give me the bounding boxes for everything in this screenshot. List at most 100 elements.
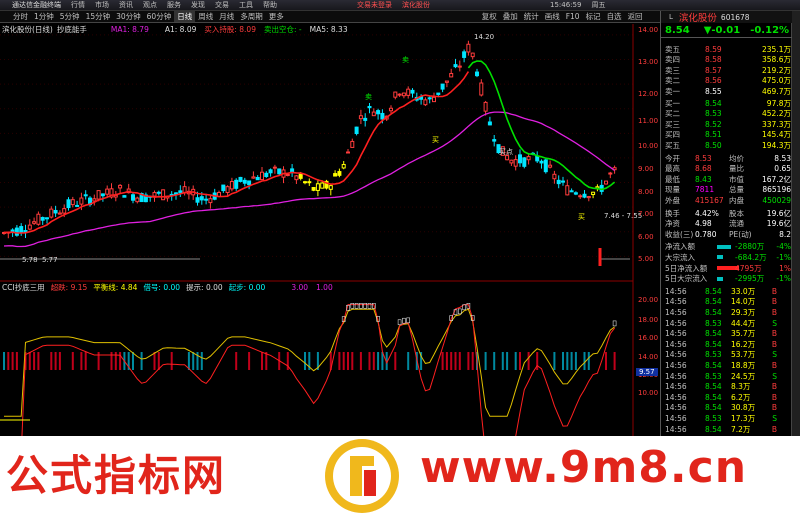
- candle-body: [410, 89, 415, 94]
- price-tick: 13.00: [638, 58, 659, 66]
- flow-row: 5日净流入额 4795万 1%: [665, 263, 791, 273]
- sub-bar: [583, 352, 586, 370]
- sub-bar: [574, 352, 577, 370]
- candle-body: [75, 204, 80, 207]
- candle-body: [100, 193, 105, 197]
- sub-bar: [80, 352, 83, 370]
- candle-body: [320, 182, 325, 189]
- ask-row: 卖二 8.56 475.0万: [665, 76, 791, 86]
- candle-body: [83, 194, 88, 197]
- sub-bar: [338, 352, 341, 370]
- sub-bar: [7, 352, 10, 370]
- candle-body: [156, 191, 161, 194]
- sub-bar: [471, 352, 474, 370]
- sub-bar: [28, 352, 31, 370]
- stat-row: 现量 7811 总量 865196: [665, 185, 791, 195]
- bid-row: 买二 8.53 452.2万: [665, 109, 791, 119]
- sub-bar: [519, 352, 521, 370]
- sell-point-label: 卖: [365, 93, 372, 101]
- candle-body: [586, 196, 591, 199]
- bid-row: 买五 8.50 194.3万: [665, 140, 791, 150]
- sub-bar: [613, 352, 616, 370]
- sub-field: 1.00: [316, 282, 333, 292]
- candle-body: [535, 155, 540, 162]
- tick-row: 14:56 8.53 17.3万 S: [665, 413, 777, 423]
- sub-bar: [501, 352, 504, 370]
- candle-body: [608, 172, 613, 175]
- candle-body: [66, 199, 71, 209]
- candle-body: [53, 209, 58, 214]
- sub-bar: [441, 352, 444, 370]
- candle-body: [552, 173, 557, 180]
- cci-box: [397, 319, 402, 326]
- sub-bar: [248, 352, 251, 370]
- ma5-value: MA5: 8.33: [309, 24, 348, 34]
- candle-body: [45, 217, 49, 220]
- sub-tick: 16.00: [638, 334, 659, 342]
- price-tick: 9.00: [638, 165, 654, 173]
- candle-body: [475, 71, 479, 77]
- candle-body: [440, 83, 445, 90]
- candle-body: [199, 196, 204, 201]
- candle-body: [255, 176, 260, 181]
- sub-chart-header: CCI抄底三用 超跌: 9.15 平衡线: 4.84 借号: 0.00 提示: …: [2, 282, 333, 292]
- sub-bar: [445, 352, 448, 370]
- candle-body: [449, 73, 454, 78]
- sub-tick: 14.00: [638, 353, 659, 361]
- cci-box: [363, 302, 368, 309]
- candle-body: [341, 163, 346, 169]
- quote-panel: L 滨化股份 601678 8.54 ▼-0.01 -0.12% 卖五 8.59 2…: [660, 11, 800, 436]
- candle-body: [36, 213, 41, 225]
- quote-stock-name: 滨化股份: [678, 13, 717, 24]
- candle-body: [152, 192, 157, 197]
- candle-body: [195, 197, 200, 203]
- candle-body: [401, 92, 406, 97]
- candle-body: [466, 43, 471, 53]
- candle-body: [298, 173, 303, 179]
- stat-row: 最高 8.68 量比 0.65: [665, 164, 791, 174]
- tick-row: 14:56 8.54 29.3万 B: [665, 307, 777, 317]
- chart-grid: [0, 34, 633, 257]
- ma-red-line: [3, 71, 470, 234]
- candle-body: [483, 101, 488, 112]
- tick-row: 14:56 8.54 33.0万 B: [665, 286, 777, 296]
- price-tick: 5.00: [638, 255, 654, 263]
- quote-scrollbar[interactable]: [791, 11, 800, 436]
- sub-bar: [153, 352, 156, 370]
- sub-bar: [467, 352, 470, 370]
- candle-body: [453, 64, 458, 68]
- sell-signal-value: 卖出空仓: -: [263, 24, 302, 34]
- sub-bar: [566, 352, 569, 370]
- price-tick: 11.00: [638, 117, 659, 125]
- candle-body: [40, 217, 45, 221]
- candle-body: [380, 112, 385, 120]
- candle-body: [251, 176, 256, 179]
- stat-row: 外盘 415167 内盘 450029: [665, 195, 791, 205]
- candle-body: [358, 115, 363, 120]
- bid-row: 买三 8.52 337.3万: [665, 119, 791, 129]
- indicator-name[interactable]: 抄底能手: [57, 24, 87, 35]
- candle-body: [522, 157, 527, 167]
- sub-field: 起步: 0.00: [228, 282, 266, 292]
- candle-body: [161, 189, 166, 201]
- sub-tick: 18.00: [638, 316, 659, 324]
- kline-chart[interactable]: [0, 0, 660, 436]
- cci-box: [367, 302, 372, 309]
- candle-body: [389, 107, 393, 112]
- a1-value: A1: 8.09: [164, 24, 197, 34]
- candle-body: [513, 159, 518, 167]
- candle-body: [591, 191, 596, 195]
- low-label-2: 5.77: [42, 256, 58, 264]
- candle-body: [96, 190, 101, 200]
- sub-bar: [33, 352, 36, 370]
- tick-row: 14:56 8.54 7.2万 B: [665, 424, 777, 434]
- sub-indicator-name[interactable]: CCI抄底三用: [2, 282, 45, 293]
- cci-box: [457, 308, 462, 315]
- sub-bar: [514, 352, 517, 370]
- candle-body: [57, 212, 62, 215]
- stat-row: 今开 8.53 均价 8.53: [665, 153, 791, 163]
- candle-body: [376, 110, 381, 115]
- sub-bar: [192, 352, 195, 370]
- candle-body: [92, 198, 97, 202]
- sub-field: 超跌: 9.15: [50, 282, 88, 292]
